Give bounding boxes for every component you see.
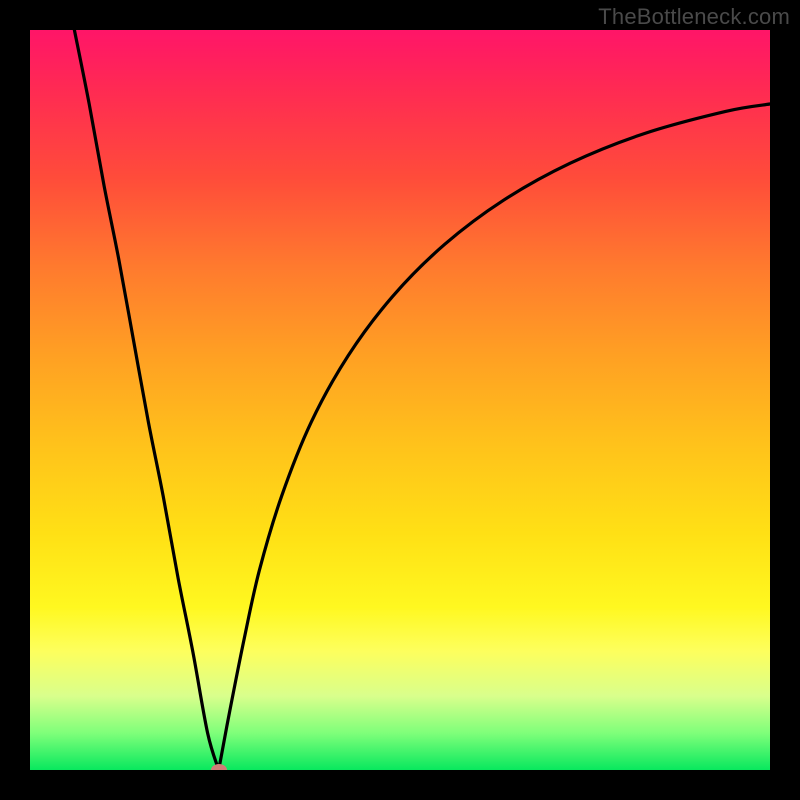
plot-area xyxy=(30,30,770,770)
chart-frame: TheBottleneck.com xyxy=(0,0,800,800)
minimum-marker xyxy=(211,764,227,770)
bottleneck-curve xyxy=(30,30,770,770)
watermark-text: TheBottleneck.com xyxy=(598,4,790,30)
curve-line xyxy=(74,30,770,770)
